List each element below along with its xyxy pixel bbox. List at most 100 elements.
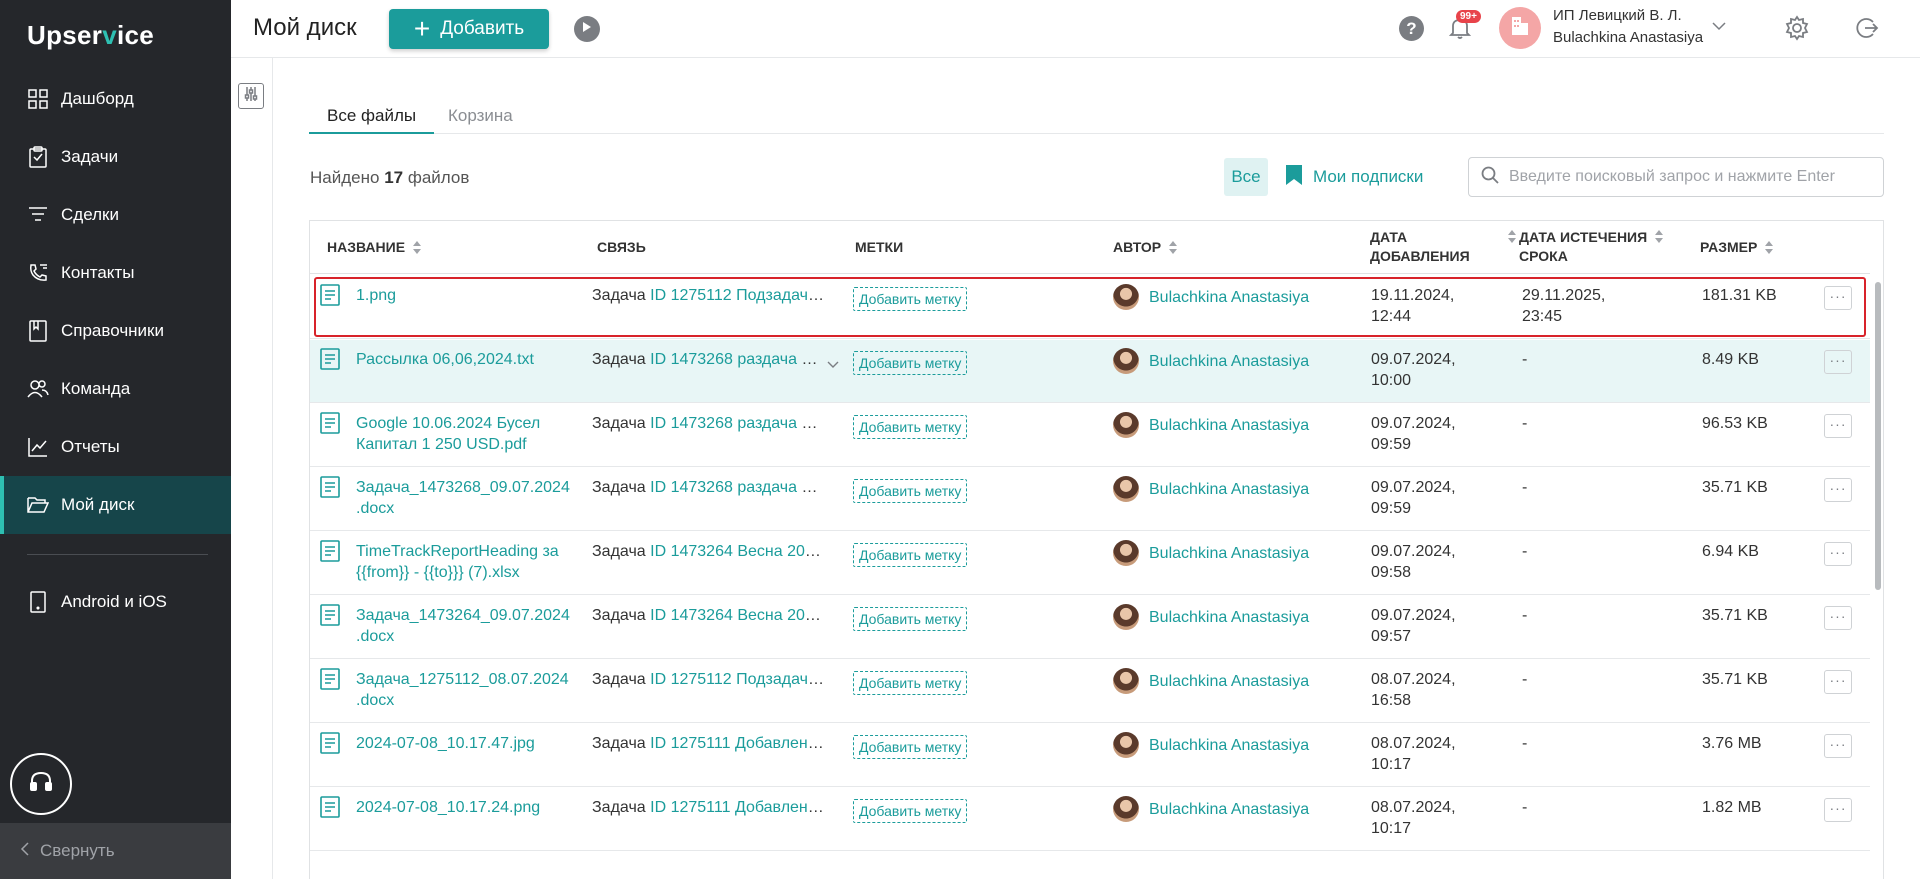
- tab-trash[interactable]: Корзина: [430, 106, 531, 134]
- help-button[interactable]: ?: [1399, 16, 1424, 41]
- sidebar-item-team[interactable]: Команда: [0, 360, 231, 418]
- file-name-link[interactable]: Задача_1473268_09.07.2024 .docx: [356, 477, 586, 519]
- linked-task-link[interactable]: ID 1275111 Добавление файлов: [650, 735, 827, 752]
- tab-all-files[interactable]: Все файлы: [309, 106, 435, 134]
- added-date: 09.07.2024, 09:57: [1371, 607, 1456, 645]
- row-actions-button[interactable]: ···: [1824, 350, 1852, 374]
- add-tag-button[interactable]: Добавить метку: [853, 415, 968, 439]
- sidebar-item-dashboard[interactable]: Дашборд: [0, 70, 231, 128]
- add-tag-button[interactable]: Добавить метку: [853, 671, 968, 695]
- filter-settings-button[interactable]: [238, 83, 264, 109]
- column-header-link: Связь: [597, 239, 646, 255]
- add-button[interactable]: + Добавить: [389, 9, 549, 49]
- table-row[interactable]: TimeTrackReportHeading за {{from}} - {{t…: [310, 532, 1870, 595]
- column-header-size[interactable]: Размер: [1700, 238, 1774, 257]
- table-row[interactable]: Задача_1473264_09.07.2024 .docx Задача I…: [310, 596, 1870, 659]
- author-link[interactable]: Bulachkina Anastasiya: [1149, 799, 1309, 820]
- play-video-button[interactable]: [574, 16, 600, 42]
- add-tag-button[interactable]: Добавить метку: [853, 287, 968, 311]
- linked-task-link[interactable]: ID 1275112 Подзадача 2 к Основная: [650, 287, 827, 304]
- add-tag-button[interactable]: Добавить метку: [853, 607, 968, 631]
- add-tag-button[interactable]: Добавить метку: [853, 351, 968, 375]
- table-row[interactable]: Задача_1275112_08.07.2024 .docx Задача I…: [310, 660, 1870, 723]
- file-name-link[interactable]: Google 10.06.2024 Бусел Капитал 1 250 US…: [356, 413, 586, 455]
- add-tag-button[interactable]: Добавить метку: [853, 799, 968, 823]
- collapse-sidebar-button[interactable]: Свернуть: [0, 823, 231, 879]
- row-actions-button[interactable]: ···: [1824, 798, 1852, 822]
- row-actions-button[interactable]: ···: [1824, 734, 1852, 758]
- author-link[interactable]: Bulachkina Anastasiya: [1149, 543, 1309, 564]
- author-link[interactable]: Bulachkina Anastasiya: [1149, 351, 1309, 372]
- sidebar-item-contacts[interactable]: Контакты: [0, 244, 231, 302]
- logo[interactable]: Upservice: [27, 20, 154, 51]
- table-row[interactable]: 2024-07-08_10.17.47.jpg Задача ID 127511…: [310, 724, 1870, 787]
- sidebar-item-tasks[interactable]: Задачи: [0, 128, 231, 186]
- table-row[interactable]: 1.png Задача ID 1275112 Подзадача 2 к Ос…: [310, 276, 1870, 339]
- file-size: 35.71 KB: [1702, 479, 1768, 496]
- author-link[interactable]: Bulachkina Anastasiya: [1149, 607, 1309, 628]
- file-name-link[interactable]: 2024-07-08_10.17.47.jpg: [356, 733, 586, 754]
- author-link[interactable]: Bulachkina Anastasiya: [1149, 735, 1309, 756]
- linked-task-link[interactable]: ID 1275111 Добавление файлов: [650, 799, 827, 816]
- add-tag-button[interactable]: Добавить метку: [853, 479, 968, 503]
- linked-task-link[interactable]: ID 1473268 раздача материалов: [650, 479, 827, 496]
- table-scrollbar[interactable]: [1875, 282, 1881, 590]
- author-avatar: [1113, 732, 1139, 758]
- sidebar-item-my-disk[interactable]: Мой диск: [0, 476, 231, 534]
- row-actions-button[interactable]: ···: [1824, 606, 1852, 630]
- row-actions-button[interactable]: ···: [1824, 414, 1852, 438]
- row-actions-button[interactable]: ···: [1824, 478, 1852, 502]
- chevron-down-icon[interactable]: [827, 356, 839, 374]
- search-input[interactable]: [1509, 168, 1869, 186]
- sort-icon: [1169, 240, 1178, 255]
- filter-all-chip[interactable]: Все: [1224, 158, 1268, 196]
- folder-icon: [27, 494, 49, 516]
- user-info[interactable]: ИП Левицкий В. Л. Bulachkina Anastasiya: [1553, 5, 1703, 49]
- my-subscriptions-label: Мои подписки: [1313, 167, 1424, 186]
- table-row[interactable]: Рассылка 06,06,2024.txt Задача ID 147326…: [310, 340, 1870, 403]
- chevron-down-icon[interactable]: [1712, 18, 1726, 36]
- file-name-link[interactable]: TimeTrackReportHeading за {{from}} - {{t…: [356, 541, 586, 583]
- sidebar-divider: [27, 554, 208, 555]
- author-link[interactable]: Bulachkina Anastasiya: [1149, 671, 1309, 692]
- sort-icon: [1507, 230, 1516, 244]
- company-avatar[interactable]: [1499, 7, 1541, 49]
- add-tag-button[interactable]: Добавить метку: [853, 735, 968, 759]
- column-header-name[interactable]: Название: [327, 238, 422, 257]
- sidebar-item-label: Задачи: [61, 147, 119, 166]
- file-name-link[interactable]: Рассылка 06,06,2024.txt: [356, 349, 586, 370]
- column-header-added[interactable]: Дата добавления: [1370, 228, 1516, 266]
- file-size: 35.71 KB: [1702, 607, 1768, 624]
- linked-task-link[interactable]: ID 1275112 Подзадача 2 к Основная: [650, 671, 827, 688]
- file-name-link[interactable]: 1.png: [356, 285, 586, 306]
- linked-task-link[interactable]: ID 1473268 раздача материалов: [650, 351, 827, 368]
- add-tag-button[interactable]: Добавить метку: [853, 543, 968, 567]
- file-name-link[interactable]: Задача_1473264_09.07.2024 .docx: [356, 605, 586, 647]
- table-row[interactable]: Google 10.06.2024 Бусел Капитал 1 250 US…: [310, 404, 1870, 467]
- file-name-link[interactable]: 2024-07-08_10.17.24.png: [356, 797, 586, 818]
- logout-button[interactable]: [1853, 15, 1879, 46]
- expires-date: -: [1522, 607, 1528, 624]
- author-link[interactable]: Bulachkina Anastasiya: [1149, 415, 1309, 436]
- linked-task-link[interactable]: ID 1473268 раздача материалов: [650, 415, 827, 432]
- expires-date: -: [1522, 799, 1528, 816]
- table-row[interactable]: 2024-07-08_10.17.24.png Задача ID 127511…: [310, 788, 1870, 851]
- author-link[interactable]: Bulachkina Anastasiya: [1149, 479, 1309, 500]
- row-actions-button[interactable]: ···: [1824, 670, 1852, 694]
- sidebar-item-reports[interactable]: Отчеты: [0, 418, 231, 476]
- author-link[interactable]: Bulachkina Anastasiya: [1149, 287, 1309, 308]
- sidebar-item-deals[interactable]: Сделки: [0, 186, 231, 244]
- settings-button[interactable]: [1784, 15, 1810, 46]
- column-header-expires[interactable]: Дата истечения срока: [1519, 228, 1664, 266]
- table-row[interactable]: Задача_1473268_09.07.2024 .docx Задача I…: [310, 468, 1870, 531]
- row-actions-button[interactable]: ···: [1824, 286, 1852, 310]
- linked-task-link[interactable]: ID 1473264 Весна 2024 отчет: [650, 607, 827, 624]
- sidebar-item-mobile-apps[interactable]: Android и iOS: [0, 573, 231, 631]
- sidebar-item-directories[interactable]: Справочники: [0, 302, 231, 360]
- my-subscriptions-filter[interactable]: Мои подписки: [1285, 158, 1423, 196]
- row-actions-button[interactable]: ···: [1824, 542, 1852, 566]
- support-button[interactable]: [10, 753, 72, 815]
- column-header-author[interactable]: Автор: [1113, 238, 1178, 257]
- file-name-link[interactable]: Задача_1275112_08.07.2024 .docx: [356, 669, 586, 711]
- linked-task-link[interactable]: ID 1473264 Весна 2024 отчет: [650, 543, 827, 560]
